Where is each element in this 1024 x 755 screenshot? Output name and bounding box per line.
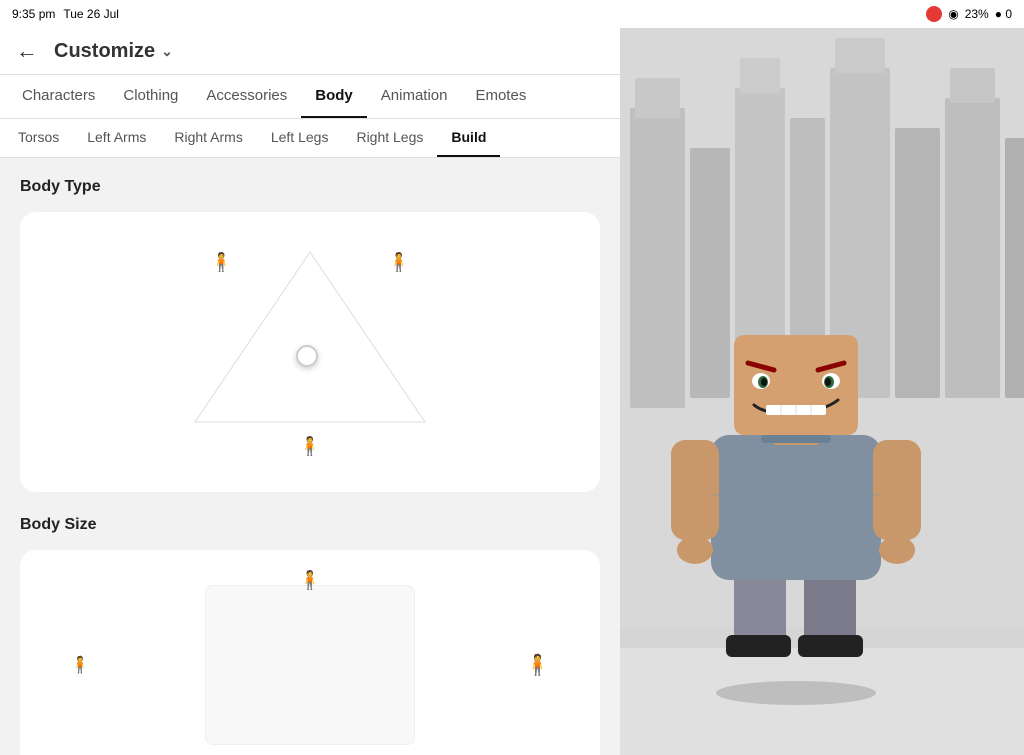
sub-tab-right-legs[interactable]: Right Legs [342,119,437,157]
wifi-icon: ◉ [948,7,958,21]
body-size-area[interactable]: 🧍 🧍 🧍 [20,550,600,755]
title-text: Customize [54,40,155,63]
content-area: Body Type 🧍 🧍 🧍 Body Size [0,158,620,755]
character-figure [666,275,926,695]
body-type-title: Body Type [20,178,600,196]
sub-tab-left-legs[interactable]: Left Legs [257,119,343,157]
status-right: ◉ 23% ● 0 [926,6,1012,22]
header-title: Customize ⌄ [54,40,173,63]
nav-tab-clothing[interactable]: Clothing [109,75,192,118]
header: ← Customize ⌄ [0,28,620,75]
person-icon-size-top: 🧍 [299,570,321,591]
battery-display: 23% [965,7,989,21]
notification-badge: ● 0 [995,7,1012,21]
nav-tab-animation[interactable]: Animation [367,75,462,118]
chevron-down-icon[interactable]: ⌄ [161,43,173,60]
sub-tabs: TorsosLeft ArmsRight ArmsLeft LegsRight … [0,119,620,158]
person-icon-size-right: 🧍 [525,653,550,678]
record-button[interactable] [926,6,942,22]
sub-tab-torsos[interactable]: Torsos [4,119,73,157]
nav-tab-accessories[interactable]: Accessories [192,75,301,118]
triangle-svg [180,242,440,442]
person-icon-size-left: 🧍 [70,655,90,675]
body-type-area[interactable]: 🧍 🧍 🧍 [20,212,600,492]
character-svg [666,275,926,705]
body-size-rect[interactable] [205,585,415,745]
date-display: Tue 26 Jul [63,7,119,21]
body-type-slider-dot[interactable] [296,345,318,367]
body-type-triangle[interactable]: 🧍 🧍 🧍 [180,242,440,462]
left-panel: ← Customize ⌄ CharactersClothingAccessor… [0,28,620,755]
back-button[interactable]: ← [16,38,38,64]
body-size-inner: 🧍 🧍 🧍 [40,570,580,755]
status-left: 9:35 pm Tue 26 Jul [12,7,119,21]
right-panel [620,28,1024,755]
nav-tabs: CharactersClothingAccessoriesBodyAnimati… [0,75,620,119]
sub-tab-right-arms[interactable]: Right Arms [160,119,256,157]
app-container: ← Customize ⌄ CharactersClothingAccessor… [0,28,1024,755]
nav-tab-body[interactable]: Body [301,75,367,118]
sub-tab-left-arms[interactable]: Left Arms [73,119,160,157]
nav-tab-emotes[interactable]: Emotes [461,75,540,118]
time-display: 9:35 pm [12,7,55,21]
sub-tab-build[interactable]: Build [437,119,500,157]
nav-tab-characters[interactable]: Characters [8,75,109,118]
status-bar: 9:35 pm Tue 26 Jul ◉ 23% ● 0 [0,0,1024,28]
body-size-title: Body Size [20,516,600,534]
